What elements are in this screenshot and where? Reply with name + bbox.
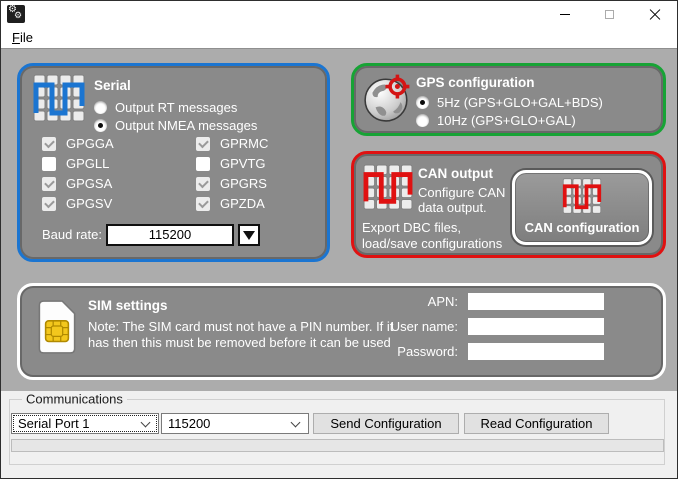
- gps-configuration-group: GPS configuration 5Hz (GPS+GLO+GAL+BDS) …: [351, 63, 666, 136]
- maximize-button[interactable]: [587, 1, 632, 28]
- radio-icon[interactable]: [94, 119, 107, 132]
- globe-target-icon: [364, 74, 410, 122]
- checkbox-icon[interactable]: [42, 156, 56, 171]
- serial-group: Serial Output RT messages Output NMEA me…: [17, 63, 330, 262]
- radio-5hz[interactable]: 5Hz (GPS+GLO+GAL+BDS): [416, 95, 603, 110]
- dropdown-triangle-icon: [243, 230, 255, 240]
- checkbox-gpvtg[interactable]: GPVTG: [196, 156, 266, 171]
- can-desc-line1: Configure CAN: [418, 185, 506, 200]
- can-output-group: CAN output Configure CAN data output. Ex…: [351, 151, 666, 258]
- sim-settings-group: SIM settings Note: The SIM card must not…: [17, 283, 666, 380]
- password-label: Password:: [397, 344, 458, 359]
- radio-icon[interactable]: [416, 114, 429, 127]
- send-configuration-button[interactable]: Send Configuration: [313, 413, 459, 434]
- radio-icon[interactable]: [94, 101, 107, 114]
- checkbox-icon[interactable]: [196, 156, 210, 171]
- apn-label: APN:: [427, 294, 458, 309]
- serial-title: Serial: [94, 78, 131, 93]
- baud-rate-select[interactable]: 115200: [106, 224, 234, 246]
- checkbox-gpzda[interactable]: GPZDA: [196, 196, 265, 211]
- baud-select[interactable]: 115200: [161, 413, 309, 434]
- can-signal-icon: [363, 164, 413, 210]
- close-button[interactable]: [632, 1, 677, 28]
- can-desc-line2: data output.: [418, 200, 487, 215]
- gears-icon: ⚙ ⚙: [7, 4, 25, 23]
- chevron-down-icon: [140, 417, 151, 428]
- communications-groupbox-label: Communications: [22, 391, 127, 407]
- radio-icon[interactable]: [416, 96, 429, 109]
- can-configuration-button-label: CAN configuration: [524, 220, 640, 235]
- minimize-button[interactable]: [542, 1, 587, 28]
- username-label: User name:: [390, 319, 458, 334]
- checkbox-icon[interactable]: [42, 196, 56, 211]
- menu-file[interactable]: File: [5, 28, 40, 48]
- can-title: CAN output: [418, 166, 493, 181]
- app-window: ⚙ ⚙ File Serial Output RT messages Outpu…: [0, 0, 678, 479]
- menubar: File: [1, 28, 677, 48]
- chevron-down-icon: [290, 417, 301, 428]
- checkbox-icon[interactable]: [42, 136, 56, 151]
- can-desc-line4: load/save configurations: [362, 236, 503, 251]
- checkbox-icon[interactable]: [42, 176, 56, 191]
- can-signal-icon: [562, 178, 602, 214]
- baud-rate-label: Baud rate:: [42, 227, 102, 242]
- progress-bar: [11, 439, 664, 452]
- checkbox-icon[interactable]: [196, 136, 210, 151]
- read-configuration-button[interactable]: Read Configuration: [464, 413, 609, 434]
- checkbox-gpgsa[interactable]: GPGSA: [42, 176, 112, 191]
- checkbox-gpgrs[interactable]: GPGRS: [196, 176, 267, 191]
- communications-area: Communications Serial Port 1 115200 Send…: [1, 391, 677, 478]
- radio-10hz[interactable]: 10Hz (GPS+GLO+GAL): [416, 113, 576, 128]
- can-desc-line3: Export DBC files,: [362, 220, 461, 235]
- main-content: Serial Output RT messages Output NMEA me…: [1, 48, 677, 391]
- checkbox-gpgll[interactable]: GPGLL: [42, 156, 109, 171]
- close-icon: [648, 8, 662, 22]
- checkbox-gpgga[interactable]: GPGGA: [42, 136, 114, 151]
- apn-field[interactable]: [468, 293, 604, 310]
- radio-output-nmea[interactable]: Output NMEA messages: [94, 118, 257, 133]
- checkbox-gprmc[interactable]: GPRMC: [196, 136, 268, 151]
- sim-card-icon: [38, 300, 76, 354]
- baud-rate-dropdown-button[interactable]: [238, 224, 260, 246]
- sim-note-line2: has then this must be removed before it …: [88, 335, 391, 350]
- maximize-icon: [605, 10, 614, 19]
- username-field[interactable]: [468, 318, 604, 335]
- gps-title: GPS configuration: [416, 75, 535, 90]
- checkbox-gpgsv[interactable]: GPGSV: [42, 196, 112, 211]
- serial-signal-icon: [33, 74, 85, 122]
- sim-title: SIM settings: [88, 298, 168, 313]
- titlebar: ⚙ ⚙: [1, 1, 677, 28]
- checkbox-icon[interactable]: [196, 196, 210, 211]
- minimize-icon: [559, 14, 570, 15]
- serial-port-select[interactable]: Serial Port 1: [11, 413, 159, 434]
- radio-output-rt[interactable]: Output RT messages: [94, 100, 237, 115]
- can-configuration-button[interactable]: CAN configuration: [512, 170, 652, 245]
- checkbox-icon[interactable]: [196, 176, 210, 191]
- password-field[interactable]: [468, 343, 604, 360]
